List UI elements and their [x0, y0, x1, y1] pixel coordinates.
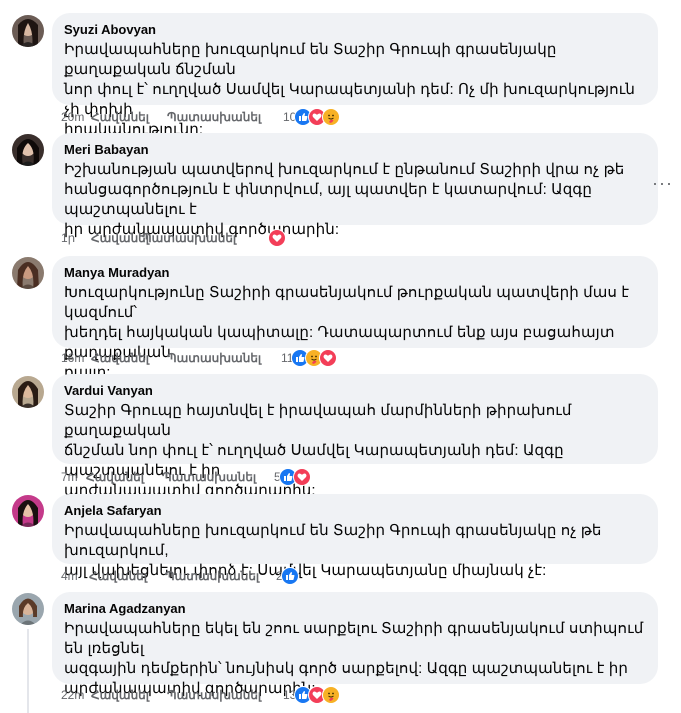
- reply-button[interactable]: Պատասխանել: [167, 688, 261, 702]
- comment-author[interactable]: Manya Muradyan: [64, 264, 646, 281]
- comment-author[interactable]: Syuzi Abovyan: [64, 21, 646, 38]
- comment-line: Իրավապահները խուզարկում են Տաշիր Գրուպի …: [64, 41, 557, 78]
- reactions[interactable]: [268, 228, 286, 248]
- comment-actions: 1ր Հավանել Պատասխանել: [61, 228, 236, 248]
- comment-time[interactable]: 4m: [61, 569, 89, 583]
- love-icon: [268, 229, 286, 247]
- like-button[interactable]: Հավանել: [91, 110, 167, 124]
- comment-author[interactable]: Anjela Safaryan: [64, 502, 646, 519]
- like-button[interactable]: Հավանել: [86, 470, 162, 484]
- reactions[interactable]: 13: [283, 685, 341, 705]
- comment-time[interactable]: 16m: [61, 351, 91, 365]
- reactions[interactable]: 2: [276, 566, 299, 586]
- care-icon: [322, 108, 341, 126]
- comment-time[interactable]: 22m: [61, 688, 91, 702]
- love-icon: [319, 349, 338, 367]
- thread-line: [27, 629, 29, 713]
- comment-text: Խուզարկությունը Տաշիրի գրասենյակում թուր…: [64, 283, 646, 383]
- reactions[interactable]: 10: [283, 107, 341, 127]
- avatar[interactable]: [12, 134, 44, 166]
- love-icon: [292, 468, 311, 486]
- comment-time[interactable]: 20m: [61, 110, 91, 124]
- avatar[interactable]: [12, 593, 44, 625]
- like-button[interactable]: Հավանել: [91, 688, 167, 702]
- reactions[interactable]: 5: [274, 467, 311, 487]
- more-options-icon[interactable]: ···: [652, 174, 673, 192]
- reactions[interactable]: 11: [281, 348, 338, 368]
- reply-button[interactable]: Պատասխանել: [165, 569, 259, 583]
- like-button[interactable]: Հավանել: [91, 351, 167, 365]
- comment-bubble: Meri Babayan Իշխանության պատվերով խուզար…: [52, 133, 658, 238]
- reply-button[interactable]: Պատասխանել: [162, 470, 256, 484]
- avatar[interactable]: [12, 495, 44, 527]
- comment-bubble: Vardui Vanyan Տաշիր Գրուպը հայտնվել է իր…: [52, 374, 658, 499]
- comment-line: հանցագործություն է փնտրվում, այլ պատվեր …: [64, 181, 592, 218]
- comment-bubble: Anjela Safaryan Իրավապահները խուզարկում …: [52, 494, 658, 579]
- reply-button[interactable]: Պատասխանել: [142, 231, 236, 245]
- comment-line: Իշխանության պատվերով խուզարկում է ընթանո…: [64, 161, 625, 178]
- comment-line: ազգային դեմքերին՝ նույնիսկ գործ սարքելով…: [64, 660, 628, 677]
- comment-bubble: Marina Agadzanyan Իրավապահները եկել են շ…: [52, 592, 658, 697]
- comment-line: Խուզարկությունը Տաշիրի գրասենյակում թուր…: [64, 284, 630, 321]
- comment-time[interactable]: 1ր: [61, 231, 91, 245]
- avatar[interactable]: [12, 257, 44, 289]
- comment-author[interactable]: Meri Babayan: [64, 141, 646, 158]
- comment-line: Տաշիր Գրուպը հայտնվել է իրավապահ մարմինն…: [64, 402, 572, 439]
- comment-time[interactable]: 7m: [61, 470, 86, 484]
- comment-bubble: Manya Muradyan Խուզարկությունը Տաշիրի գր…: [52, 256, 658, 381]
- comment-actions: 20m Հավանել Պատասխանել: [61, 107, 261, 127]
- avatar[interactable]: [12, 15, 44, 47]
- comment-author[interactable]: Marina Agadzanyan: [64, 600, 646, 617]
- comment-actions: 4m Հավանել Պատասխանել: [61, 566, 259, 586]
- comment-actions: 7m Հավանել Պատասխանել: [61, 467, 256, 487]
- comment-actions: 22m Հավանել Պատասխանել: [61, 685, 261, 705]
- reply-button[interactable]: Պատասխանել: [167, 351, 261, 365]
- care-icon: [322, 686, 341, 704]
- comment-actions: 16m Հավանել Պատասխանել: [61, 348, 261, 368]
- avatar[interactable]: [12, 376, 44, 408]
- comment-bubble: Syuzi Abovyan Իրավապահները խուզարկում են…: [52, 13, 658, 138]
- comment-line: Իրավապահները խուզարկում են Տաշիր Գրուպի …: [64, 522, 602, 559]
- like-button[interactable]: Հավանել: [91, 231, 149, 245]
- reply-button[interactable]: Պատասխանել: [167, 110, 261, 124]
- like-button[interactable]: Հավանել: [89, 569, 165, 583]
- comment-author[interactable]: Vardui Vanyan: [64, 382, 646, 399]
- comment-line: Իրավապահները եկել են շոու սարքելու Տաշիր…: [64, 620, 644, 657]
- like-icon: [280, 567, 299, 585]
